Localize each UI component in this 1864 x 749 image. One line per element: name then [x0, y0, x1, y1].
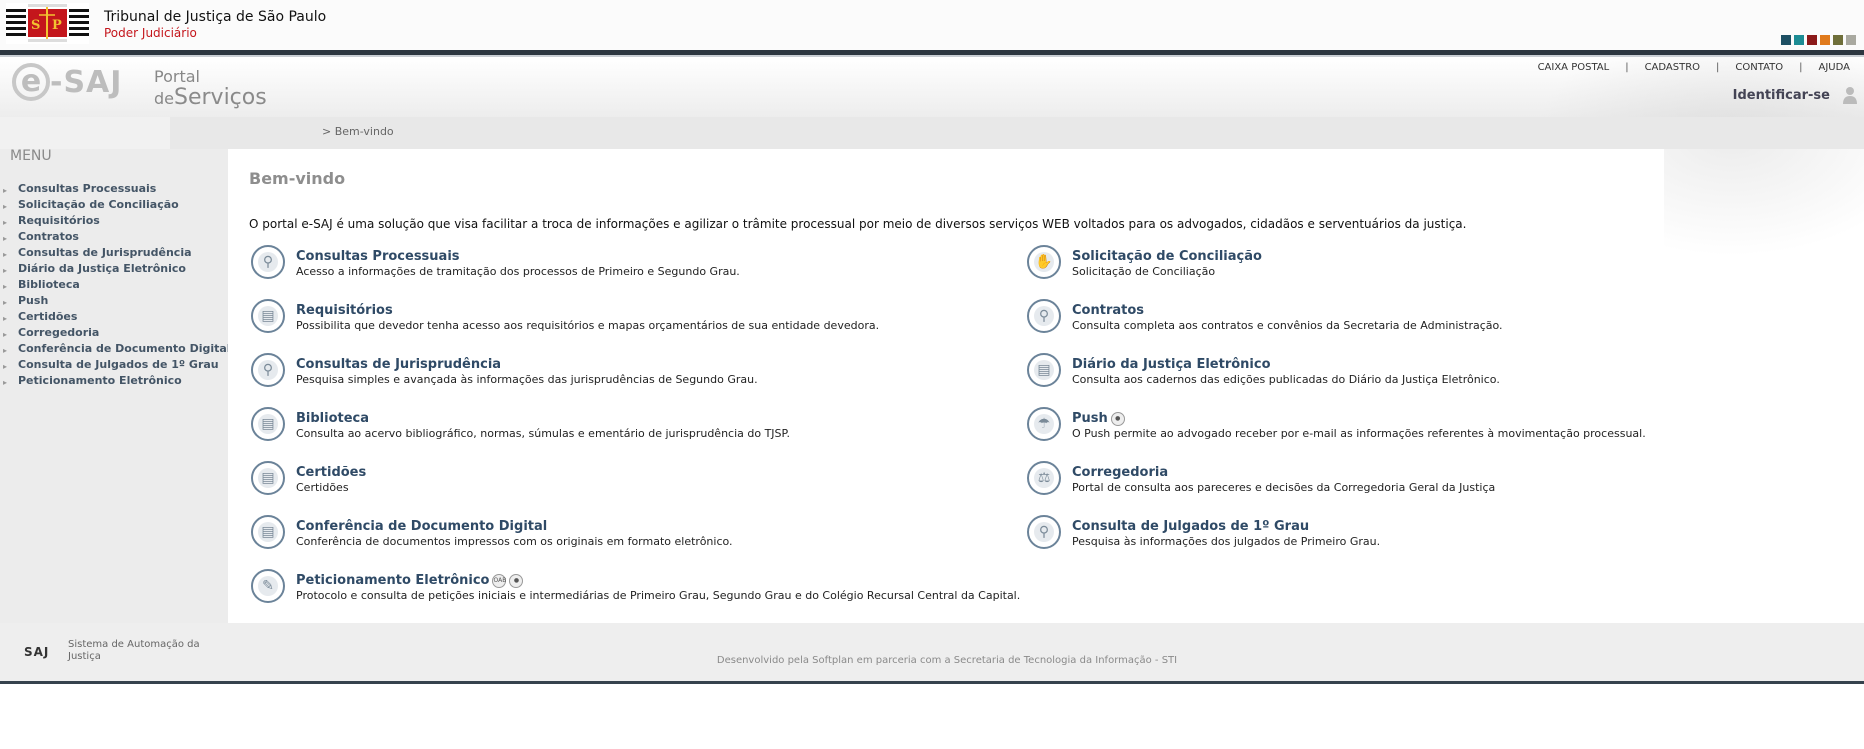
service-title[interactable]: Peticionamento Eletrônico OAB ● [296, 573, 524, 588]
search-gavel-icon: ⚲ [1027, 515, 1061, 549]
esaj-logo-de: de [154, 89, 174, 108]
sidebar-item-solicitacao-conciliacao[interactable]: ▸ Solicitação de Conciliação [0, 197, 231, 213]
service-title[interactable]: Biblioteca [296, 411, 369, 426]
service-title[interactable]: Corregedoria [1072, 465, 1168, 480]
library-book-icon: ▤ [251, 407, 285, 441]
sidebar-item-requisitorios[interactable]: ▸ Requisitórios [0, 213, 231, 229]
document-icon: ▤ [251, 299, 285, 333]
service-title[interactable]: Solicitação de Conciliação [1072, 249, 1262, 264]
esaj-logo-e: e [12, 63, 50, 101]
theme-swatch-1[interactable] [1781, 35, 1791, 45]
search-document-icon: ⚲ [251, 245, 285, 279]
service-description: Consulta aos cadernos das edições public… [1072, 373, 1500, 386]
identify-link[interactable]: Identificar-se [1733, 88, 1830, 103]
esaj-logo[interactable]: e -SAJ Portal deServiços [12, 63, 267, 110]
sidebar-item-certidoes[interactable]: ▸ Certidões [0, 309, 231, 325]
link-contato[interactable]: CONTATO [1735, 62, 1783, 73]
court-subtitle: Poder Judiciário [104, 26, 197, 40]
svg-text:P: P [52, 18, 62, 33]
esaj-logo-servicos-word: Serviços [174, 85, 267, 110]
documents-stack-icon: ▤ [251, 515, 285, 549]
open-book-icon: ▤ [1027, 353, 1061, 387]
service-description: Portal de consulta aos pareceres e decis… [1072, 481, 1496, 494]
service-description: Acesso a informações de tramitação dos p… [296, 265, 740, 278]
service-title[interactable]: Conferência de Documento Digital [296, 519, 547, 534]
theme-swatch-3[interactable] [1807, 35, 1817, 45]
service-description: Protocolo e consulta de petições iniciai… [296, 589, 1021, 602]
footer-divider [0, 681, 1864, 684]
scales-icon: ⚖ [1027, 461, 1061, 495]
service-description: Conferência de documentos impressos com … [296, 535, 733, 548]
service-title[interactable]: Push ● [1072, 411, 1125, 426]
theme-swatch-2[interactable] [1794, 35, 1804, 45]
service-title[interactable]: Contratos [1072, 303, 1144, 318]
court-title: Tribunal de Justiça de São Paulo [104, 9, 327, 25]
arrow-right-icon: ▸ [3, 378, 8, 387]
search-book-icon: ⚲ [251, 353, 285, 387]
service-title[interactable]: Consulta de Julgados de 1º Grau [1072, 519, 1309, 534]
sidebar-item-corregedoria[interactable]: ▸ Corregedoria [0, 325, 231, 341]
service-title[interactable]: Requisitórios [296, 303, 393, 318]
lock-icon: ● [509, 573, 524, 588]
service-description: O Push permite ao advogado receber por e… [1072, 427, 1646, 440]
user-lock-icon: ● [1110, 411, 1125, 426]
tjsp-seal-logo: S P [6, 3, 89, 44]
esaj-logo-portal: Portal [154, 67, 200, 86]
theme-swatch-6[interactable] [1846, 35, 1856, 45]
sidebar-item-conferencia[interactable]: ▸ Conferência de Documento Digital [0, 341, 231, 357]
sidebar-item-push[interactable]: ▸ Push [0, 293, 231, 309]
oab-icon: OAB [492, 573, 507, 588]
footer-developed-by: Desenvolvido pela Softplan em parceria c… [716, 655, 1178, 666]
theme-color-swatches [1781, 35, 1856, 45]
service-title[interactable]: Consultas Processuais [296, 249, 460, 264]
user-icon[interactable] [1840, 85, 1860, 105]
sidebar-item-diario[interactable]: ▸ Diário da Justiça Eletrônico [0, 261, 231, 277]
intro-text: O portal e-SAJ é uma solução que visa fa… [249, 217, 1467, 231]
link-cadastro[interactable]: CADASTRO [1645, 62, 1700, 73]
handshake-icon: ✋ [1027, 245, 1061, 279]
service-title[interactable]: Consultas de Jurisprudência [296, 357, 501, 372]
sidebar-item-jurisprudencia[interactable]: ▸ Consultas de Jurisprudência [0, 245, 231, 261]
footer [0, 623, 1864, 683]
certificate-icon: ▤ [251, 461, 285, 495]
sidebar-item-consultas-processuais[interactable]: ▸ Consultas Processuais [0, 181, 231, 197]
link-ajuda[interactable]: AJUDA [1819, 62, 1850, 73]
parachute-icon: ☂ [1027, 407, 1061, 441]
sidebar-item-contratos[interactable]: ▸ Contratos [0, 229, 231, 245]
service-description: Consulta completa aos contratos e convên… [1072, 319, 1503, 332]
breadcrumb[interactable]: > Bem-vindo [322, 125, 394, 138]
service-description: Certidões [296, 481, 349, 494]
theme-swatch-5[interactable] [1833, 35, 1843, 45]
page-title: Bem-vindo [249, 169, 346, 188]
service-title[interactable]: Diário da Justiça Eletrônico [1072, 357, 1271, 372]
contract-icon: ⚲ [1027, 299, 1061, 333]
link-caixa-postal[interactable]: CAIXA POSTAL [1538, 62, 1610, 73]
service-description: Pesquisa às informações dos julgados de … [1072, 535, 1381, 548]
service-description: Pesquisa simples e avançada às informaçõ… [296, 373, 758, 386]
service-description: Consulta ao acervo bibliográfico, normas… [296, 427, 790, 440]
sidebar-item-biblioteca[interactable]: ▸ Biblioteca [0, 277, 231, 293]
service-title[interactable]: Certidões [296, 465, 366, 480]
sidebar-item-julgados[interactable]: ▸ Consulta de Julgados de 1º Grau [0, 357, 231, 373]
top-links: CAIXA POSTAL | CADASTRO | CONTATO | AJUDA [1537, 62, 1850, 73]
menu-title: MENU [10, 148, 52, 164]
sidebar-menu: ▸ Consultas Processuais ▸ Solicitação de C… [0, 181, 231, 389]
sidebar-item-peticionamento[interactable]: ▸ Peticionamento Eletrônico [0, 373, 231, 389]
service-description: Solicitação de Conciliação [1072, 265, 1216, 278]
esaj-logo-saj: -SAJ [50, 65, 123, 100]
esaj-logo-servicos: deServiços [154, 85, 267, 110]
service-description: Possibilita que devedor tenha acesso aos… [296, 319, 880, 332]
signature-document-icon: ✎ [251, 569, 285, 603]
breadcrumb-bar [0, 117, 1864, 149]
top-header: S P Tribunal de Justiça de São Paulo Pod… [0, 0, 1864, 50]
svg-text:S: S [31, 18, 40, 33]
theme-swatch-4[interactable] [1820, 35, 1830, 45]
